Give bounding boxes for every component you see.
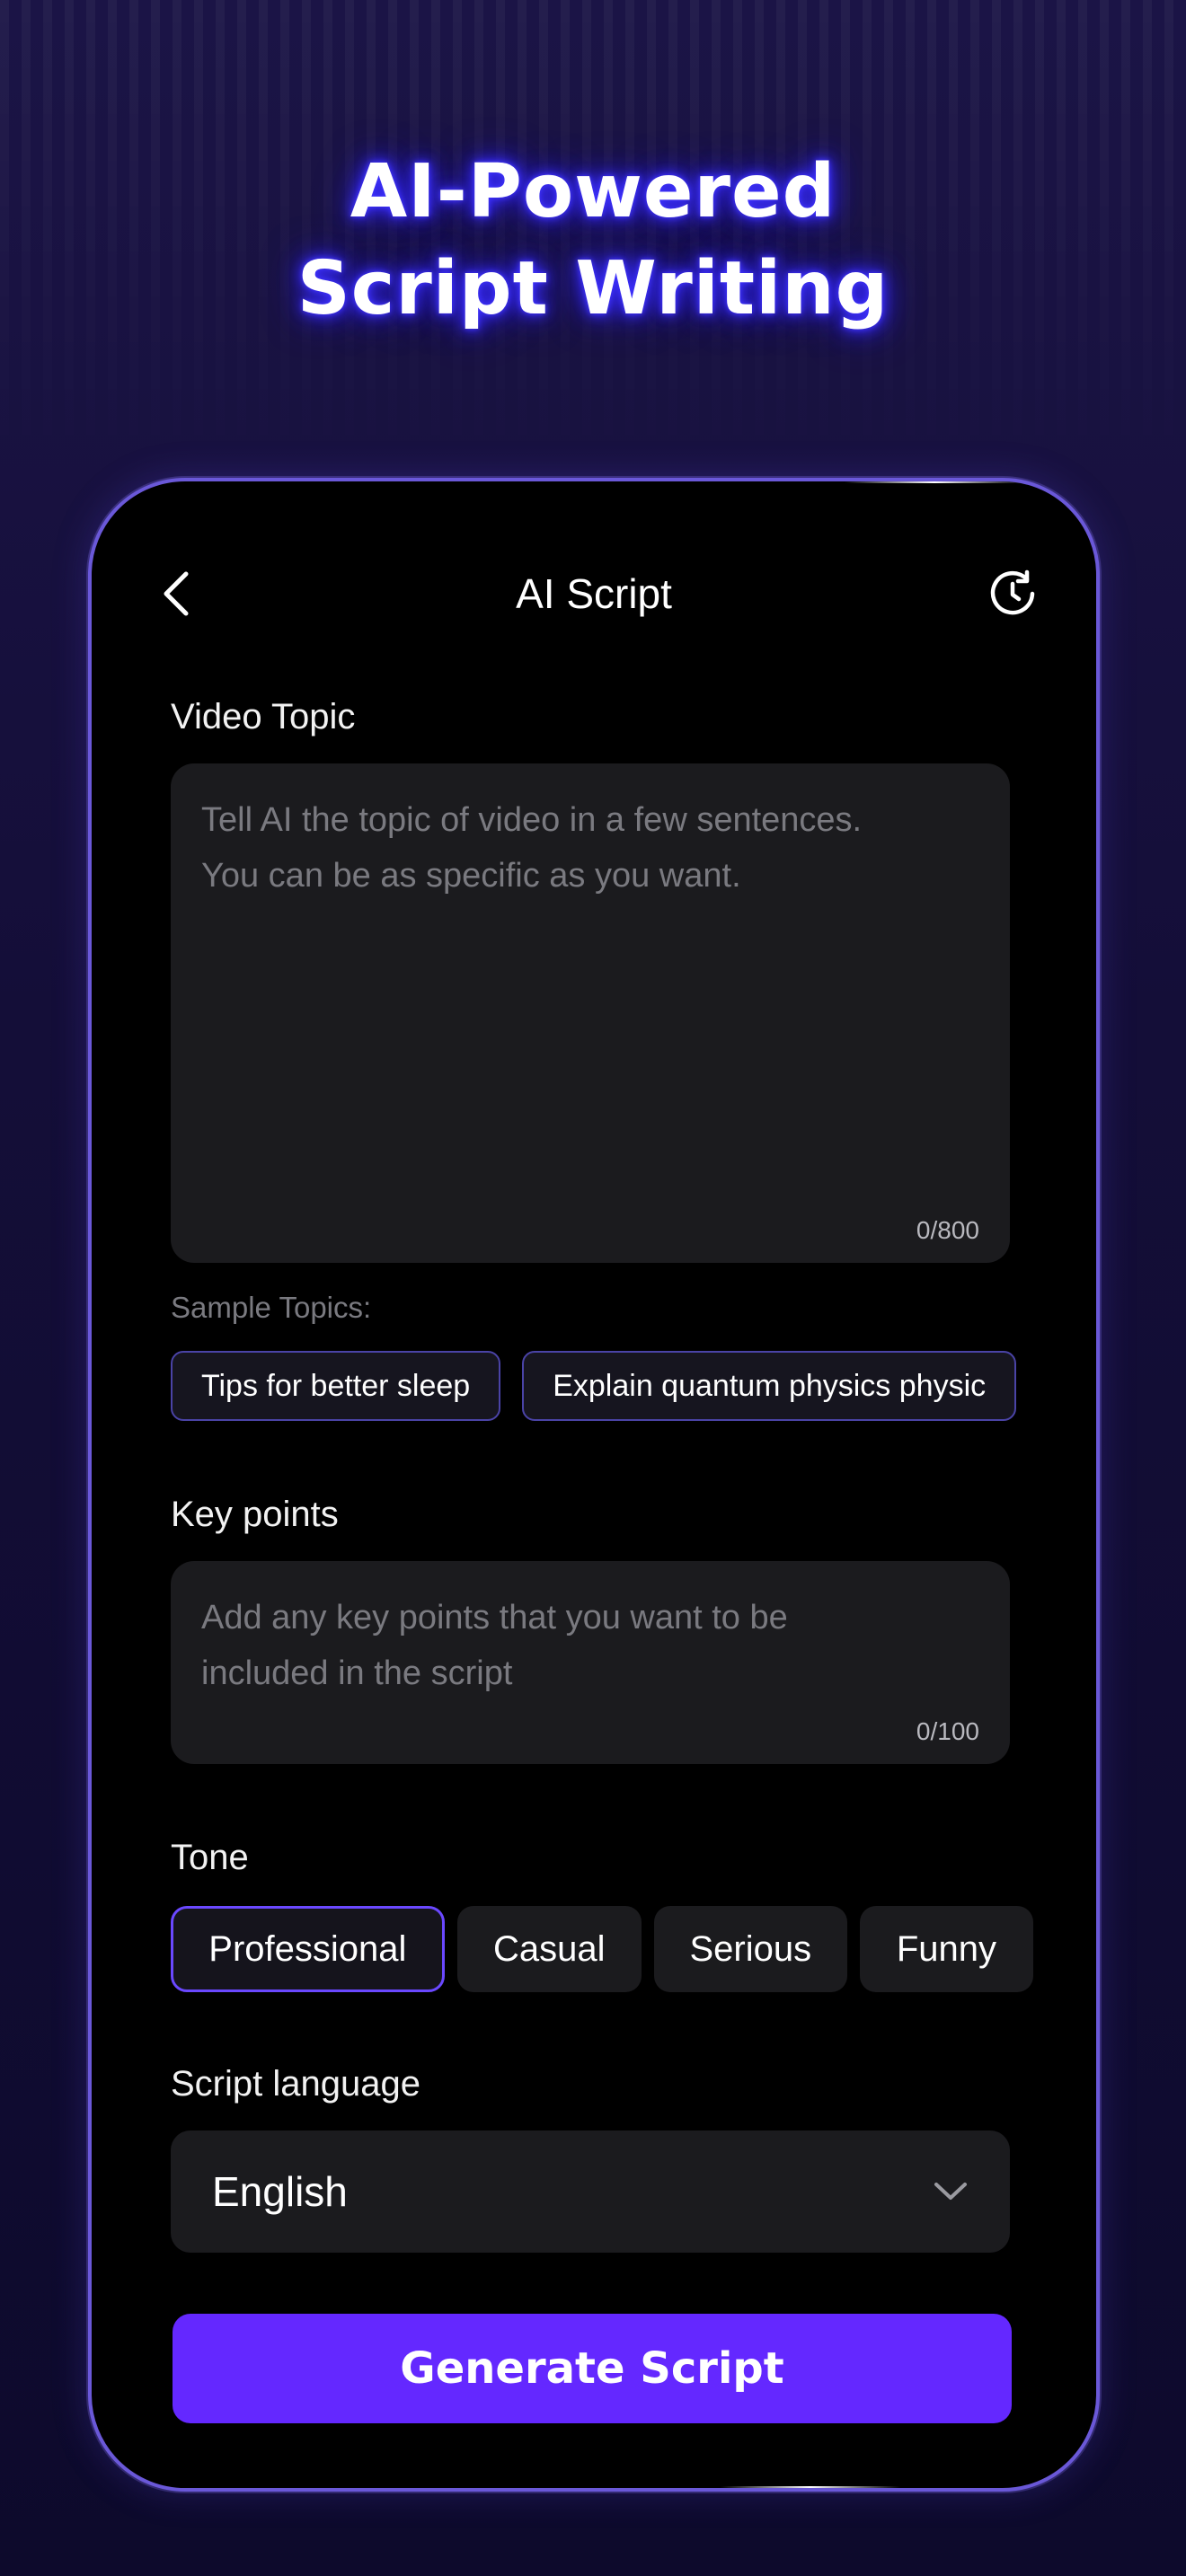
tone-label: Tone (171, 1838, 249, 1877)
chevron-down-icon (934, 2183, 967, 2200)
tone-option-funny[interactable]: Funny (859, 1906, 1033, 1992)
video-topic-input[interactable]: Tell AI the topic of video in a few sent… (171, 763, 1010, 1263)
headline-line-1: AI-Powered (350, 149, 836, 234)
tone-selector: Professional Casual Serious Funny (171, 1906, 1033, 1996)
tone-option-serious[interactable]: Serious (653, 1906, 847, 1992)
generate-script-button[interactable]: Generate Script (173, 2314, 1012, 2423)
key-points-counter: 0/100 (916, 1717, 979, 1745)
video-topic-label: Video Topic (171, 697, 356, 737)
history-icon (990, 569, 1035, 615)
tone-option-professional[interactable]: Professional (171, 1906, 445, 1992)
history-button[interactable] (979, 560, 1046, 627)
sample-topics-list: Tips for better sleep Explain quantum phy… (171, 1351, 1096, 1425)
tone-option-casual[interactable]: Casual (456, 1906, 642, 1992)
key-points-placeholder: Add any key points that you want to be i… (201, 1599, 788, 1692)
screen-title: AI Script (516, 570, 672, 617)
key-points-input[interactable]: Add any key points that you want to be i… (171, 1561, 1010, 1764)
video-topic-placeholder: Tell AI the topic of video in a few sent… (201, 801, 863, 895)
rim-highlight-bottom (721, 2486, 900, 2488)
nav-bar: AI Script (92, 481, 1096, 715)
script-language-select[interactable]: English (171, 2130, 1010, 2253)
promo-headline: AI-Powered Script Writing (0, 144, 1186, 338)
script-language-label: Script language (171, 2064, 420, 2104)
sample-topic-chip[interactable]: Tips for better sleep (171, 1351, 501, 1421)
headline-line-2: Script Writing (296, 246, 890, 331)
sample-topic-chip[interactable]: Explain quantum physics physic (522, 1351, 1017, 1421)
video-topic-counter: 0/800 (916, 1216, 979, 1244)
script-language-value: English (212, 2168, 348, 2215)
key-points-label: Key points (171, 1495, 339, 1534)
phone-frame: AI Script Video Topic Tell AI the topic … (88, 478, 1100, 2492)
sample-topics-label: Sample Topics: (171, 1291, 372, 1324)
